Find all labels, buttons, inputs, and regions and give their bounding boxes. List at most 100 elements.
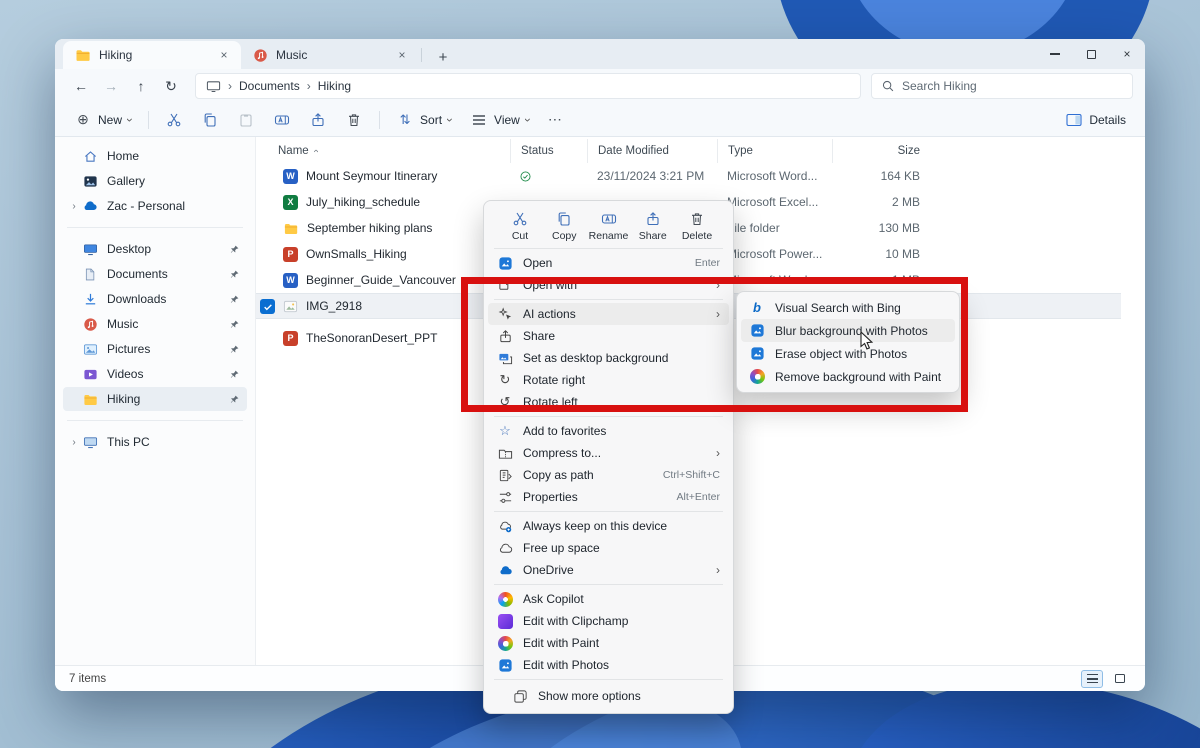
- share-button[interactable]: [300, 106, 336, 134]
- sidebar-item-downloads[interactable]: Downloads: [63, 287, 247, 311]
- rotate-left-icon: ↺: [497, 394, 513, 410]
- tab-close-icon[interactable]: ×: [393, 46, 411, 64]
- submenu-item-erase-object-photos[interactable]: Erase object with Photos: [741, 342, 955, 365]
- sort-button[interactable]: ⇅ Sort ›: [387, 106, 461, 134]
- back-button[interactable]: ←: [67, 73, 95, 99]
- details-view-button[interactable]: [1081, 670, 1103, 688]
- sidebar-item-hiking[interactable]: Hiking: [63, 387, 247, 411]
- submenu-item-visual-search-bing[interactable]: b Visual Search with Bing: [741, 296, 955, 319]
- forward-button[interactable]: →: [97, 73, 125, 99]
- minimize-icon: [1050, 53, 1060, 54]
- sidebar-item-zac-personal[interactable]: › Zac - Personal: [63, 194, 247, 218]
- rename-button[interactable]: [264, 106, 300, 134]
- menu-item-compress-to[interactable]: Compress to... ›: [488, 442, 729, 464]
- column-header-type[interactable]: Type: [717, 139, 832, 163]
- submenu-item-blur-background-photos[interactable]: Blur background with Photos: [741, 319, 955, 342]
- sidebar-item-home[interactable]: Home: [63, 144, 247, 168]
- delete-button[interactable]: [336, 106, 372, 134]
- minimize-button[interactable]: [1037, 39, 1073, 69]
- sidebar-item-videos[interactable]: Videos: [63, 362, 247, 386]
- document-icon: [81, 267, 99, 282]
- delete-command[interactable]: Delete: [677, 210, 717, 242]
- menu-item-ai-actions[interactable]: AI actions ›: [488, 303, 729, 325]
- photos-app-icon: [497, 657, 513, 673]
- menu-item-share[interactable]: Share: [488, 325, 729, 347]
- view-button[interactable]: View ›: [461, 106, 539, 134]
- column-header-status[interactable]: Status: [510, 139, 587, 163]
- expand-chevron-icon[interactable]: ›: [67, 437, 81, 448]
- pin-icon[interactable]: [227, 369, 241, 380]
- toolbar-divider: [379, 111, 380, 129]
- sidebar-item-this-pc[interactable]: › This PC: [63, 430, 247, 454]
- pin-icon[interactable]: [227, 294, 241, 305]
- copy-button[interactable]: [192, 106, 228, 134]
- share-command[interactable]: Share: [633, 210, 673, 242]
- pin-icon[interactable]: [227, 319, 241, 330]
- menu-item-rotate-left[interactable]: ↺ Rotate left: [488, 391, 729, 413]
- new-button[interactable]: ⊕ New ›: [65, 106, 141, 134]
- image-file-icon: [283, 299, 298, 314]
- pin-icon[interactable]: [227, 394, 241, 405]
- share-icon: [497, 328, 513, 344]
- pin-icon[interactable]: [227, 244, 241, 255]
- sidebar-item-gallery[interactable]: Gallery: [63, 169, 247, 193]
- maximize-button[interactable]: [1073, 39, 1109, 69]
- up-button[interactable]: ↑: [127, 73, 155, 99]
- breadcrumb-hiking[interactable]: Hiking: [318, 79, 351, 93]
- selected-checkbox[interactable]: [260, 299, 275, 314]
- breadcrumb-documents[interactable]: Documents: [239, 79, 300, 93]
- submenu-item-remove-background-paint[interactable]: Remove background with Paint: [741, 365, 955, 388]
- menu-item-edit-with-clipchamp[interactable]: Edit with Clipchamp: [488, 610, 729, 632]
- search-box[interactable]: [871, 73, 1133, 99]
- column-header-date-modified[interactable]: Date Modified: [587, 139, 717, 163]
- menu-item-add-to-favorites[interactable]: ☆ Add to favorites: [488, 420, 729, 442]
- sidebar-item-music[interactable]: Music: [63, 312, 247, 336]
- details-pane-button[interactable]: Details: [1056, 106, 1135, 134]
- ai-actions-icon: [497, 306, 513, 322]
- menu-item-always-keep-on-device[interactable]: Always keep on this device: [488, 515, 729, 537]
- rename-command[interactable]: Rename: [589, 210, 629, 242]
- menu-item-properties[interactable]: Properties Alt+Enter: [488, 486, 729, 508]
- menu-item-onedrive[interactable]: OneDrive ›: [488, 559, 729, 581]
- menu-item-ask-copilot[interactable]: Ask Copilot: [488, 588, 729, 610]
- menu-item-edit-with-paint[interactable]: Edit with Paint: [488, 632, 729, 654]
- search-input[interactable]: [902, 79, 1123, 93]
- breadcrumb[interactable]: › Documents › Hiking: [195, 73, 861, 99]
- menu-item-rotate-right[interactable]: ↻ Rotate right: [488, 369, 729, 391]
- rename-icon: [273, 111, 291, 129]
- column-header-size[interactable]: Size: [832, 139, 932, 163]
- file-row[interactable]: WMount Seymour Itinerary 23/11/2024 3:21…: [256, 163, 1145, 189]
- menu-item-free-up-space[interactable]: Free up space: [488, 537, 729, 559]
- menu-item-edit-with-photos[interactable]: Edit with Photos: [488, 654, 729, 676]
- menu-item-copy-as-path[interactable]: Copy as path Ctrl+Shift+C: [488, 464, 729, 486]
- sidebar-item-pictures[interactable]: Pictures: [63, 337, 247, 361]
- paste-button[interactable]: [228, 106, 264, 134]
- pin-icon[interactable]: [227, 344, 241, 355]
- refresh-button[interactable]: ↻: [157, 73, 185, 99]
- column-header-name[interactable]: Name ›: [256, 139, 510, 163]
- cut-icon: [165, 111, 183, 129]
- tab-hiking[interactable]: Hiking ×: [63, 41, 241, 69]
- large-icons-view-button[interactable]: [1109, 670, 1131, 688]
- more-options-button[interactable]: ⋯: [539, 106, 571, 134]
- sidebar-item-desktop[interactable]: Desktop: [63, 237, 247, 261]
- tab-music[interactable]: Music ×: [241, 41, 419, 69]
- menu-item-open[interactable]: Open Enter: [488, 252, 729, 274]
- show-more-icon: [512, 688, 528, 704]
- menu-item-set-desktop-background[interactable]: Set as desktop background: [488, 347, 729, 369]
- menu-item-open-with[interactable]: Open with ›: [488, 274, 729, 296]
- copy-command[interactable]: Copy: [544, 210, 584, 242]
- cut-command[interactable]: Cut: [500, 210, 540, 242]
- pin-icon[interactable]: [227, 269, 241, 280]
- search-icon: [881, 79, 895, 93]
- close-button[interactable]: ×: [1109, 39, 1145, 69]
- sidebar-item-documents[interactable]: Documents: [63, 262, 247, 286]
- new-label: New: [98, 113, 122, 127]
- cut-button[interactable]: [156, 106, 192, 134]
- expand-chevron-icon[interactable]: ›: [67, 201, 81, 212]
- tab-close-icon[interactable]: ×: [215, 46, 233, 64]
- paint-icon: [750, 369, 765, 384]
- submenu-chevron-icon: ›: [716, 563, 720, 577]
- menu-item-show-more-options[interactable]: Show more options: [488, 683, 729, 709]
- new-tab-button[interactable]: +: [430, 45, 456, 69]
